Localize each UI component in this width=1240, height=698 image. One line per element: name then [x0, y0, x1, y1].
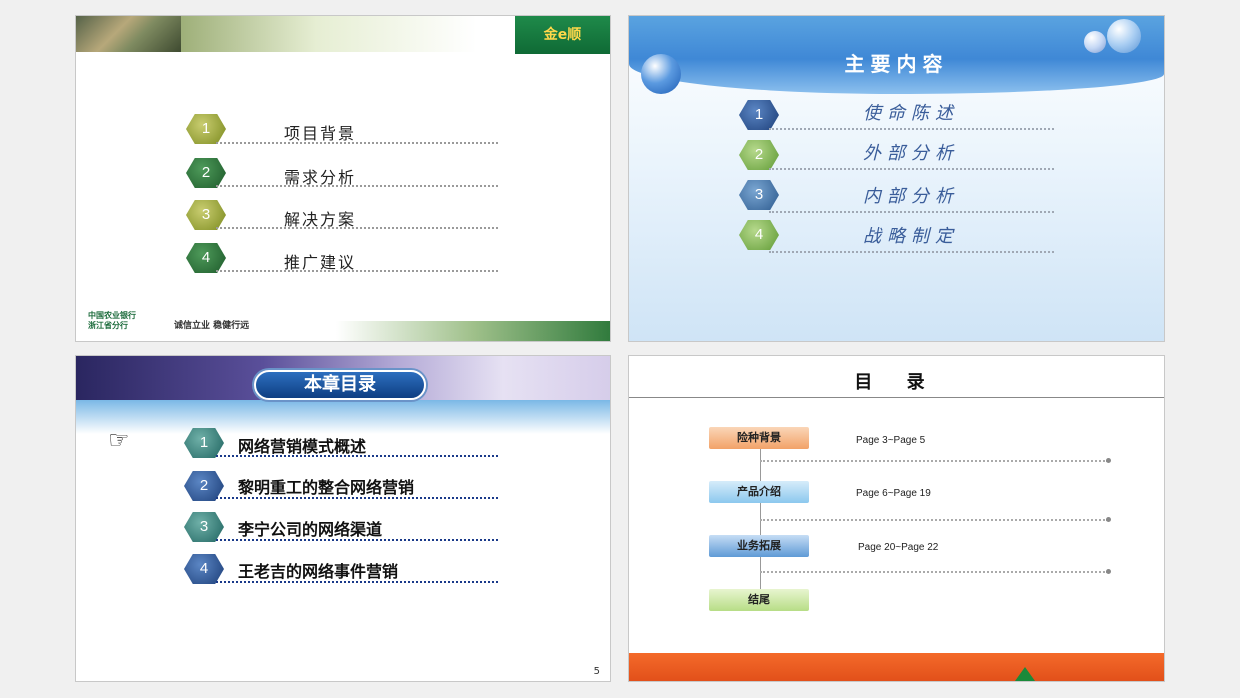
item-number-badge: 4 — [739, 220, 779, 250]
chapter-item-label: 黎明重工的整合网络营销 — [238, 478, 415, 497]
dotted-line — [760, 460, 1108, 462]
dotted-line — [216, 185, 498, 187]
slide-table-of-contents[interactable]: 目 录 险种背景 Page 3~Page 5 产品介绍 Page 6~Page … — [628, 355, 1165, 682]
dotted-line — [216, 227, 498, 229]
item-number-badge: 3 — [739, 180, 779, 210]
dotted-line — [760, 571, 1108, 573]
dotted-line — [769, 251, 1054, 253]
outline-item-label: 项目背景 — [284, 124, 357, 143]
toc-box: 业务拓展 — [709, 535, 809, 557]
contents-item-label: 使命陈述 — [863, 103, 959, 124]
item-number-badge: 1 — [739, 100, 779, 130]
chapter-item-label: 王老吉的网络事件营销 — [238, 562, 399, 581]
slide-main-contents[interactable]: 主要内容 1 使命陈述 2 外部分析 3 内部分析 4 战略制定 — [628, 15, 1165, 342]
slide-project-outline[interactable]: 金e顺 1 项目背景 2 需求分析 3 解决方案 4 推广建议 中国农业银行 浙… — [75, 15, 611, 342]
header-gradient — [76, 400, 610, 434]
page-range: Page 6~Page 19 — [856, 488, 931, 499]
footer-bar — [629, 653, 1164, 681]
contents-item-label: 战略制定 — [863, 226, 959, 247]
header-photo — [76, 16, 181, 52]
item-number-badge: 2 — [186, 158, 226, 188]
dotted-line — [216, 455, 498, 457]
timeline-line — [760, 438, 761, 598]
dotted-line — [769, 168, 1054, 170]
item-number-badge: 2 — [739, 140, 779, 170]
dotted-line — [216, 539, 498, 541]
item-number-badge: 4 — [186, 243, 226, 273]
slide-chapter-contents[interactable]: 本章目录 ☞ 1 网络营销模式概述 2 黎明重工的整合网络营销 3 李宁公司的网… — [75, 355, 611, 682]
slogan: 诚信立业 稳健行远 — [174, 321, 250, 331]
item-number-badge: 4 — [184, 554, 224, 584]
item-number-badge: 1 — [186, 114, 226, 144]
dotted-line — [216, 142, 498, 144]
dotted-line — [216, 270, 498, 272]
dotted-line — [216, 497, 498, 499]
page-range: Page 20~Page 22 — [858, 542, 939, 553]
bank-logo-text: 中国农业银行 浙江省分行 — [88, 311, 136, 330]
chapter-item-label: 网络营销模式概述 — [238, 437, 367, 456]
dotted-line — [769, 211, 1054, 213]
page-number: 5 — [593, 666, 600, 677]
dotted-line — [760, 519, 1108, 521]
item-number-badge: 3 — [184, 512, 224, 542]
page-range: Page 3~Page 5 — [856, 435, 926, 446]
toc-box: 产品介绍 — [709, 481, 809, 503]
footer-bar — [336, 321, 610, 341]
title-rule — [629, 397, 1164, 398]
contents-item-label: 内部分析 — [863, 186, 959, 207]
toc-box: 险种背景 — [709, 427, 809, 449]
line-end-dot — [1106, 569, 1111, 574]
pointing-hand-icon: ☞ — [108, 426, 130, 454]
contents-item-label: 外部分析 — [863, 143, 959, 164]
footer-logo-mark — [1015, 667, 1035, 681]
slide-title: 本章目录 — [254, 370, 426, 400]
brand-logo: 金e顺 — [515, 16, 610, 54]
chapter-item-label: 李宁公司的网络渠道 — [238, 520, 383, 539]
item-number-badge: 3 — [186, 200, 226, 230]
line-end-dot — [1106, 458, 1111, 463]
slide-title: 主要内容 — [844, 52, 949, 76]
line-end-dot — [1106, 517, 1111, 522]
slide-title: 目 录 — [854, 372, 939, 393]
dotted-line — [216, 581, 498, 583]
toc-box: 结尾 — [709, 589, 809, 611]
dotted-line — [769, 128, 1054, 130]
